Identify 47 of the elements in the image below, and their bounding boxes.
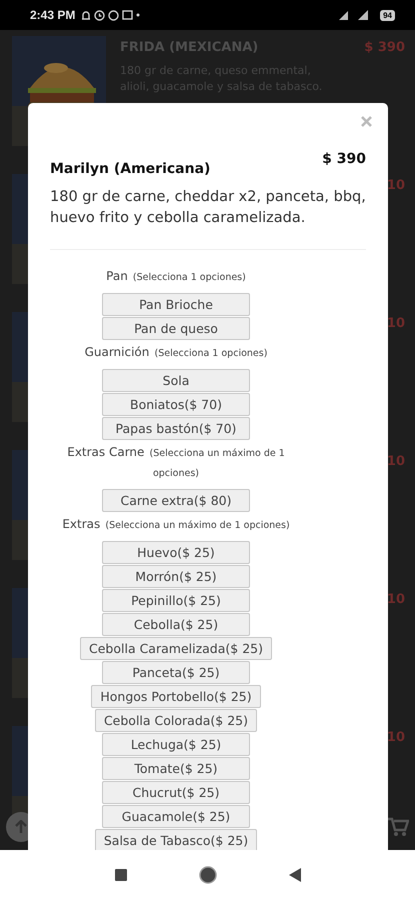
group-title: Extras: [62, 517, 100, 531]
back-button[interactable]: [288, 868, 300, 882]
group-hint: (Selecciona 1 opciones): [154, 348, 268, 359]
option-button[interactable]: Tomate($ 25): [102, 757, 250, 780]
status-time: 2:43 PM: [30, 8, 76, 22]
circle-icon: [108, 10, 120, 20]
item-price: 10: [386, 730, 405, 745]
group-hint: (Selecciona 1 opciones): [132, 272, 246, 283]
option-button[interactable]: Chucrut($ 25): [102, 781, 250, 804]
bell-icon: [81, 10, 92, 20]
battery-icon: 94: [380, 10, 395, 20]
option-button[interactable]: Guacamole($ 25): [102, 805, 250, 828]
option-button[interactable]: Huevo($ 25): [102, 541, 250, 564]
option-button[interactable]: Hongos Portobello($ 25): [91, 685, 261, 708]
group-title: Guarnición: [84, 345, 150, 359]
option-button[interactable]: Lechuga($ 25): [102, 733, 250, 756]
option-button[interactable]: Pepinillo($ 25): [102, 589, 250, 612]
home-button[interactable]: [198, 866, 216, 884]
cart-icon[interactable]: [387, 816, 409, 838]
option-button[interactable]: Salsa de Tabasco($ 25): [94, 829, 258, 850]
product-title: Marilyn (Americana): [50, 161, 210, 177]
item-price: $ 390: [364, 40, 405, 55]
item-price: 10: [386, 316, 405, 331]
option-button[interactable]: Morrón($ 25): [102, 565, 250, 588]
group-title: Pan: [106, 269, 128, 283]
dot-icon: [136, 13, 140, 17]
group-title: Extras Carne: [67, 445, 144, 459]
option-button[interactable]: Cebolla Colorada($ 25): [94, 709, 258, 732]
item-price: 10: [386, 592, 405, 607]
close-icon: [361, 116, 372, 126]
group-hint: (Selecciona un máximo de 1 opciones): [105, 520, 290, 531]
option-button[interactable]: Carne extra($ 80): [102, 489, 250, 512]
group-hint: (Selecciona un máximo de 1 opciones): [150, 448, 285, 479]
item-price: 10: [386, 178, 405, 193]
option-button[interactable]: Panceta($ 25): [102, 661, 250, 684]
item-price: 10: [386, 454, 405, 469]
option-button[interactable]: Sola: [102, 369, 250, 392]
product-price: $ 390: [322, 151, 366, 167]
product-description: 180 gr de carne, cheddar x2, panceta, bbq, huevo frito y cebolla caramelizada.: [50, 188, 366, 228]
option-button[interactable]: Pan Brioche: [102, 293, 250, 316]
recents-button[interactable]: [114, 869, 126, 881]
option-button[interactable]: Cebolla($ 25): [102, 613, 250, 636]
alarm-icon: [94, 10, 106, 20]
option-button[interactable]: Boniatos($ 70): [102, 393, 250, 416]
option-button[interactable]: Pan de queso: [102, 317, 250, 340]
option-button[interactable]: Papas bastón($ 70): [102, 417, 250, 440]
option-button[interactable]: Cebolla Caramelizada($ 25): [80, 637, 272, 660]
